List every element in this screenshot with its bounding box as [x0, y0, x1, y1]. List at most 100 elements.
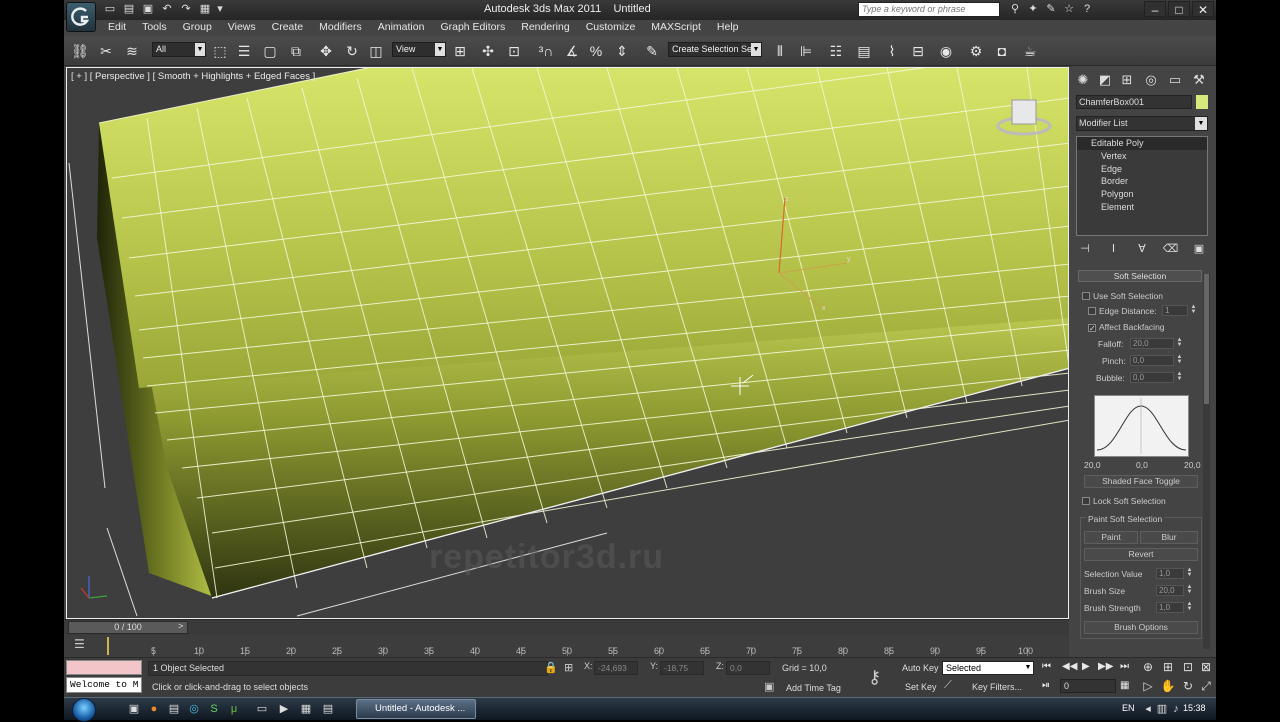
- percent-snap-icon[interactable]: %: [586, 41, 606, 61]
- field-of-view-icon[interactable]: ▷: [1140, 678, 1156, 694]
- rectangular-selection-icon[interactable]: ▢: [260, 41, 280, 61]
- binoculars-icon[interactable]: ⚲: [1008, 2, 1022, 17]
- brush-options-button[interactable]: Brush Options: [1084, 621, 1198, 634]
- previous-frame-icon[interactable]: ◀◀: [1062, 661, 1077, 672]
- maxscript-listener-output[interactable]: [66, 660, 142, 675]
- lock-soft-selection-row[interactable]: Lock Soft Selection: [1082, 496, 1166, 506]
- maxscript-listener-input[interactable]: Welcome to M: [66, 677, 142, 693]
- maximize-viewport-icon[interactable]: ⤢: [1198, 678, 1214, 694]
- subscription-icon[interactable]: ✦: [1026, 2, 1040, 17]
- keyboard-shortcut-override-icon[interactable]: ⊡: [504, 41, 524, 61]
- render-production-icon[interactable]: ☕: [1020, 41, 1040, 61]
- use-soft-selection-row[interactable]: Use Soft Selection: [1082, 291, 1163, 301]
- paint-button[interactable]: Paint: [1084, 531, 1138, 544]
- volume-icon[interactable]: ♪: [1168, 701, 1184, 717]
- stack-item-element[interactable]: Element: [1077, 201, 1207, 214]
- edge-distance-spinner[interactable]: ▲ ▼: [1190, 304, 1197, 316]
- selection-filter-dropdown[interactable]: All ▼: [152, 42, 206, 57]
- brush-strength-spinner[interactable]: ▲ ▼: [1186, 601, 1193, 613]
- bubble-field[interactable]: 0,0: [1130, 372, 1174, 383]
- stack-item-vertex[interactable]: Vertex: [1077, 150, 1207, 163]
- select-and-scale-icon[interactable]: ◫: [366, 41, 386, 61]
- modify-tab-icon[interactable]: ◩: [1096, 71, 1114, 89]
- align-icon[interactable]: ⊫: [796, 41, 816, 61]
- open-icon[interactable]: ▤: [121, 2, 137, 17]
- go-to-start-icon[interactable]: ⏮: [1042, 661, 1051, 672]
- save-icon[interactable]: ▣: [140, 2, 156, 17]
- configure-modifier-sets-icon[interactable]: ▣: [1190, 242, 1208, 258]
- system-clock[interactable]: 15:38: [1183, 703, 1206, 713]
- unlink-icon[interactable]: ✂: [96, 41, 116, 61]
- x-coord-field[interactable]: -24,693: [594, 661, 638, 675]
- key-filters-button[interactable]: Key Filters...: [972, 682, 1022, 692]
- window-icon[interactable]: ▭: [254, 701, 270, 717]
- selection-value-field[interactable]: 1,0: [1156, 568, 1184, 579]
- edit-named-selection-icon[interactable]: ✎: [642, 41, 662, 61]
- hierarchy-tab-icon[interactable]: ⊞: [1118, 71, 1136, 89]
- zoom-extents-icon[interactable]: ⊡: [1180, 659, 1196, 675]
- reference-coordinate-dropdown[interactable]: View ▼: [392, 42, 446, 57]
- menu-modifiers[interactable]: Modifiers: [311, 20, 370, 36]
- absolute-mode-icon[interactable]: ⊞: [564, 661, 573, 674]
- stack-item-border[interactable]: Border: [1077, 175, 1207, 188]
- revert-button[interactable]: Revert: [1084, 548, 1198, 561]
- remove-modifier-icon[interactable]: ⌫: [1162, 242, 1180, 258]
- help-icon[interactable]: ?: [1080, 2, 1094, 17]
- select-and-move-icon[interactable]: ✥: [316, 41, 336, 61]
- default-in-out-tangents-icon[interactable]: ⟋: [944, 679, 952, 692]
- stack-item-edge[interactable]: Edge: [1077, 163, 1207, 176]
- graphite-toggle-icon[interactable]: ▤: [854, 41, 874, 61]
- curve-editor-icon[interactable]: ⌇: [882, 41, 902, 61]
- folder-icon[interactable]: ▦: [298, 701, 314, 717]
- viewport-label[interactable]: [ + ] [ Perspective ] [ Smooth + Highlig…: [71, 71, 315, 82]
- scrollbar-thumb[interactable]: [1204, 274, 1209, 404]
- maximize-icon[interactable]: □: [1168, 1, 1190, 17]
- selection-lock-icon[interactable]: 🔒: [544, 661, 558, 674]
- time-configuration-icon[interactable]: ▦: [1120, 680, 1129, 691]
- menu-group[interactable]: Group: [175, 20, 220, 36]
- bind-space-warp-icon[interactable]: ≋: [122, 41, 142, 61]
- zoom-all-icon[interactable]: ⊞: [1160, 659, 1176, 675]
- layer-manager-icon[interactable]: ☷: [826, 41, 846, 61]
- minimize-icon[interactable]: –: [1144, 1, 1166, 17]
- brush-strength-field[interactable]: 1,0: [1156, 602, 1184, 613]
- select-and-link-icon[interactable]: ⛓: [70, 41, 90, 61]
- motion-tab-icon[interactable]: ◎: [1142, 71, 1160, 89]
- modifier-list-dropdown[interactable]: Modifier List ▼: [1076, 116, 1208, 131]
- select-and-manipulate-icon[interactable]: ✣: [478, 41, 498, 61]
- select-object-icon[interactable]: ⬚: [210, 41, 230, 61]
- search-input[interactable]: Type a keyword or phrase: [858, 2, 1000, 17]
- rendered-frame-window-icon[interactable]: ◘: [992, 41, 1012, 61]
- stack-item-polygon[interactable]: Polygon: [1077, 188, 1207, 201]
- current-frame-field[interactable]: 0: [1060, 679, 1116, 693]
- menu-graph-editors[interactable]: Graph Editors: [432, 20, 513, 36]
- play-icon[interactable]: ▶: [1082, 661, 1090, 672]
- browser-icon[interactable]: ◎: [186, 701, 202, 717]
- y-coord-field[interactable]: -18,75: [660, 661, 704, 675]
- select-by-name-icon[interactable]: ☰: [234, 41, 254, 61]
- command-panel-scrollbar[interactable]: [1203, 274, 1210, 649]
- z-coord-field[interactable]: 0,0: [726, 661, 770, 675]
- taskbar-item-3dsmax[interactable]: Untitled - Autodesk ...: [356, 699, 476, 719]
- pinch-field[interactable]: 0,0: [1130, 355, 1174, 366]
- use-soft-selection-checkbox[interactable]: [1082, 292, 1090, 300]
- qat-dropdown-icon[interactable]: ▾: [216, 2, 224, 17]
- 3dsmax-logo-icon[interactable]: [66, 2, 96, 32]
- menu-edit[interactable]: Edit: [100, 20, 134, 36]
- lock-soft-selection-checkbox[interactable]: [1082, 497, 1090, 505]
- project-folder-icon[interactable]: ▦: [197, 2, 213, 17]
- angle-snap-icon[interactable]: ∡: [562, 41, 582, 61]
- display-tab-icon[interactable]: ▭: [1166, 71, 1184, 89]
- pivot-center-icon[interactable]: ⊞: [450, 41, 470, 61]
- show-desktop-icon[interactable]: ▣: [126, 701, 142, 717]
- menu-customize[interactable]: Customize: [578, 20, 644, 36]
- menu-tools[interactable]: Tools: [134, 20, 175, 36]
- key-mode-dropdown[interactable]: Selected ▼: [942, 661, 1034, 675]
- pin-stack-icon[interactable]: ⊣: [1076, 242, 1094, 258]
- communication-icon[interactable]: ✎: [1044, 2, 1058, 17]
- track-bar[interactable]: ☰ 5 10 15 20 25 30 35 40 45 50 55 60 65 …: [64, 635, 1069, 657]
- brush-size-field[interactable]: 20,0: [1156, 585, 1184, 596]
- soft-selection-header[interactable]: Soft Selection: [1078, 270, 1202, 282]
- edge-distance-field[interactable]: 1: [1162, 305, 1188, 316]
- close-icon[interactable]: ✕: [1192, 1, 1214, 17]
